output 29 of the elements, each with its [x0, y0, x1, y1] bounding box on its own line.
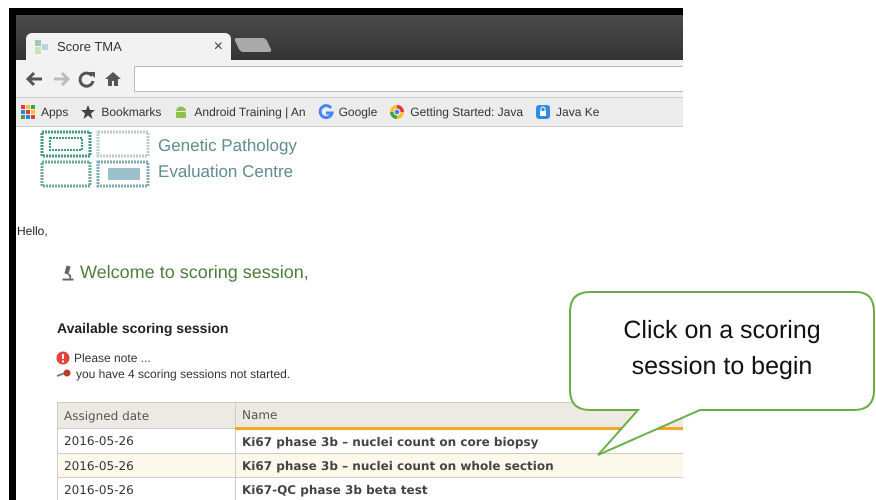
address-field[interactable] — [134, 66, 683, 92]
alert-icon — [56, 351, 70, 365]
close-tab-button[interactable]: × — [214, 38, 223, 56]
logo-text: Evaluation Centre — [158, 161, 294, 183]
bookmark-link[interactable]: Bookmarks — [101, 105, 162, 119]
notice-title: Please note ... — [74, 350, 151, 366]
bookmark-link[interactable]: Google — [338, 105, 378, 119]
notice-message: you have 4 scoring sessions not started. — [76, 366, 290, 382]
microscope-icon — [62, 264, 74, 280]
lock-icon — [535, 104, 552, 120]
pin-icon — [56, 368, 72, 380]
greeting-text: Hello, — [17, 224, 48, 238]
column-header[interactable]: Assigned date — [58, 402, 236, 428]
bookmark-link[interactable]: Apps — [41, 105, 68, 119]
new-tab-button[interactable] — [234, 38, 272, 52]
bookmark-link[interactable]: Android Training | An — [194, 105, 306, 119]
g-ring-icon — [318, 104, 334, 120]
section-title: Available scoring session — [57, 320, 228, 336]
logo-text: Genetic Pathology — [158, 135, 297, 157]
apps-grid-icon — [20, 104, 36, 120]
browser-tab[interactable]: Score TMA × — [26, 33, 231, 60]
star-icon — [80, 104, 96, 120]
bookmark-link[interactable]: Getting Started: Java — [410, 105, 524, 119]
page-favicon-icon — [34, 38, 50, 54]
welcome-heading: Welcome to scoring session, — [80, 262, 309, 283]
bookmark-link[interactable]: Java Ke — [556, 105, 600, 119]
logo-icon — [40, 130, 152, 188]
colored-circle-icon — [389, 104, 406, 120]
callout-text: Click on a scoring session to begin — [622, 315, 822, 382]
